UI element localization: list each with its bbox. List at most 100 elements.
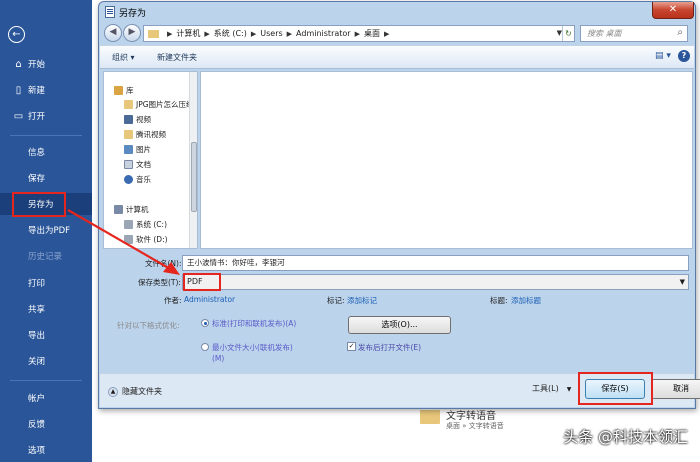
radio-unchecked-icon xyxy=(201,343,209,351)
breadcrumb-users[interactable]: Users xyxy=(260,29,282,38)
sidebar-item-open[interactable]: ▭ 打开 xyxy=(0,105,92,127)
nav-item-pictures[interactable]: 图片 xyxy=(124,143,151,156)
sidebar-item-share[interactable]: 共享 xyxy=(0,298,92,320)
recent-folder-name: 文字转语音 xyxy=(446,411,496,422)
sidebar-item-export-pdf[interactable]: 导出为PDF xyxy=(0,219,92,241)
sidebar-item-label: 反馈 xyxy=(28,420,46,430)
filetype-select[interactable]: PDF ▼ xyxy=(182,274,689,290)
nav-scrollbar[interactable] xyxy=(189,72,197,248)
forward-button[interactable]: ▶ xyxy=(123,24,141,42)
sidebar-item-label: 帐户 xyxy=(28,394,46,404)
nav-item-label: 视频 xyxy=(136,115,151,124)
nav-item-music[interactable]: 音乐 xyxy=(124,173,151,186)
new-folder-button[interactable]: 新建文件夹 xyxy=(157,52,197,63)
radio-checked-icon xyxy=(201,319,209,327)
options-button[interactable]: 选项(O)... xyxy=(348,316,451,334)
search-icon: ⌕ xyxy=(677,27,683,38)
address-bar[interactable]: ▶ 计算机 ▶ 系统 (C:) ▶ Users ▶ Administrator … xyxy=(143,25,575,42)
nav-item-documents[interactable]: 文档 xyxy=(124,158,151,171)
nav-item-label: 音乐 xyxy=(136,175,151,184)
close-button[interactable]: ✕ xyxy=(652,2,694,19)
highlight-save-as xyxy=(12,192,66,217)
breadcrumb-desktop[interactable]: 桌面 xyxy=(364,28,380,39)
breadcrumb-computer[interactable]: 计算机 xyxy=(176,28,200,39)
chevron-right-icon: ▶ xyxy=(250,29,257,38)
home-icon: ⌂ xyxy=(15,58,22,70)
add-tags-link[interactable]: 添加标记 xyxy=(347,295,377,306)
optimize-label: 针对以下格式优化: xyxy=(117,321,180,330)
back-button[interactable]: ◀ xyxy=(104,24,122,42)
tools-menu[interactable]: 工具(L) ▼ xyxy=(532,383,571,394)
nav-item-label: 腾讯视频 xyxy=(136,130,166,139)
navigation-pane: 库 JPG图片怎么压缩 视频 腾讯视频 图片 文档 音乐 计算机 系统 (C:)… xyxy=(103,71,198,249)
hide-folders-label: 隐藏文件夹 xyxy=(122,387,162,396)
sidebar-item-label: 新建 xyxy=(28,86,46,96)
radio-label: 标准(打印和联机发布)(A) xyxy=(212,319,297,328)
sidebar-item-label: 打印 xyxy=(28,279,46,289)
sidebar-item-new[interactable]: ▯ 新建 xyxy=(0,79,92,101)
breadcrumb-administrator[interactable]: Administrator xyxy=(296,29,351,38)
nav-item-label: 计算机 xyxy=(126,205,149,214)
video-icon xyxy=(124,115,133,124)
folder-icon xyxy=(420,410,440,424)
sidebar-item-feedback[interactable]: 反馈 xyxy=(0,413,92,435)
dialog-title-bar[interactable]: 另存为 ✕ xyxy=(99,2,695,22)
chevron-up-icon: ▲ xyxy=(108,386,118,397)
forward-icon: ▶ xyxy=(128,27,136,37)
sidebar-item-options[interactable]: 选项 xyxy=(0,439,92,461)
search-input[interactable]: 搜索 桌面 ⌕ xyxy=(580,25,688,42)
nav-item-computer[interactable]: 计算机 xyxy=(114,203,149,216)
drive-icon xyxy=(124,235,133,244)
sidebar-item-save[interactable]: 保存 xyxy=(0,167,92,189)
back-arrow-icon[interactable]: ← xyxy=(8,26,25,43)
sidebar-item-label: 导出 xyxy=(28,331,46,341)
sidebar-item-info[interactable]: 信息 xyxy=(0,141,92,163)
refresh-icon[interactable]: ↻ xyxy=(562,26,574,41)
help-icon[interactable]: ? xyxy=(678,50,690,62)
view-options-icon[interactable]: ▤ ▾ xyxy=(655,51,671,61)
file-list-pane[interactable] xyxy=(200,71,693,249)
open-after-publish-checkbox[interactable]: ✓ xyxy=(347,342,356,351)
sidebar-item-export[interactable]: 导出 xyxy=(0,324,92,346)
filename-field[interactable]: 王小波情书：你好哇，李银河 xyxy=(182,255,689,271)
chevron-down-icon: ▼ xyxy=(566,386,572,393)
breadcrumb-drive-c[interactable]: 系统 (C:) xyxy=(214,28,247,39)
radio-label: 最小文件大小(联机发布)(M) xyxy=(212,343,293,363)
sidebar-item-history: 历史记录 xyxy=(0,245,92,267)
folder-icon xyxy=(124,100,133,109)
author-value[interactable]: Administrator xyxy=(184,295,235,304)
filetype-label: 保存类型(T): xyxy=(138,278,181,287)
sidebar-item-label: 选项 xyxy=(28,446,46,456)
save-as-dialog: 另存为 ✕ ◀ ▶ ▶ 计算机 ▶ 系统 (C:) ▶ Users ▶ Admi… xyxy=(98,1,700,409)
nav-item-label: 图片 xyxy=(136,145,151,154)
sidebar-item-account[interactable]: 帐户 xyxy=(0,387,92,409)
sidebar-item-home[interactable]: ⌂ 开始 xyxy=(0,53,92,75)
scrollbar-thumb[interactable] xyxy=(191,142,197,212)
nav-item-drive-d[interactable]: 软件 (D:) xyxy=(124,233,168,246)
hide-folders-toggle[interactable]: ▲ 隐藏文件夹 xyxy=(108,386,162,397)
nav-item-library[interactable]: 库 xyxy=(114,84,134,97)
sidebar-item-print[interactable]: 打印 xyxy=(0,272,92,294)
open-after-publish-label: 发布后打开文件(E) xyxy=(358,343,422,352)
sidebar-item-label: 导出为PDF xyxy=(28,226,71,236)
music-icon xyxy=(124,175,133,184)
organize-menu[interactable]: 组织 ▾ xyxy=(112,52,135,63)
computer-icon xyxy=(114,205,123,214)
highlight-filetype xyxy=(183,273,221,291)
watermark: 头条 @科技本领汇 xyxy=(563,428,688,446)
add-title-link[interactable]: 添加标题 xyxy=(511,295,541,306)
optimize-standard-radio[interactable]: 标准(打印和联机发布)(A) xyxy=(201,318,301,329)
nav-item-tencent-video[interactable]: 腾讯视频 xyxy=(124,128,166,141)
sidebar-divider xyxy=(10,135,82,136)
cancel-button[interactable]: 取消 xyxy=(651,379,700,399)
chevron-right-icon: ▶ xyxy=(286,29,293,38)
sidebar-item-close[interactable]: 关闭 xyxy=(0,350,92,372)
nav-item-videos[interactable]: 视频 xyxy=(124,113,151,126)
dialog-toolbar: 组织 ▾ 新建文件夹 ▤ ▾ ? xyxy=(100,45,694,69)
sidebar-item-label: 历史记录 xyxy=(28,252,63,262)
nav-item-drive-c[interactable]: 系统 (C:) xyxy=(124,218,167,231)
nav-item-jpg-folder[interactable]: JPG图片怎么压缩 xyxy=(124,98,194,111)
optimize-minimum-radio[interactable]: 最小文件大小(联机发布)(M) xyxy=(201,342,301,364)
sidebar-item-label: 共享 xyxy=(28,305,46,315)
chevron-right-icon: ▶ xyxy=(204,29,210,38)
